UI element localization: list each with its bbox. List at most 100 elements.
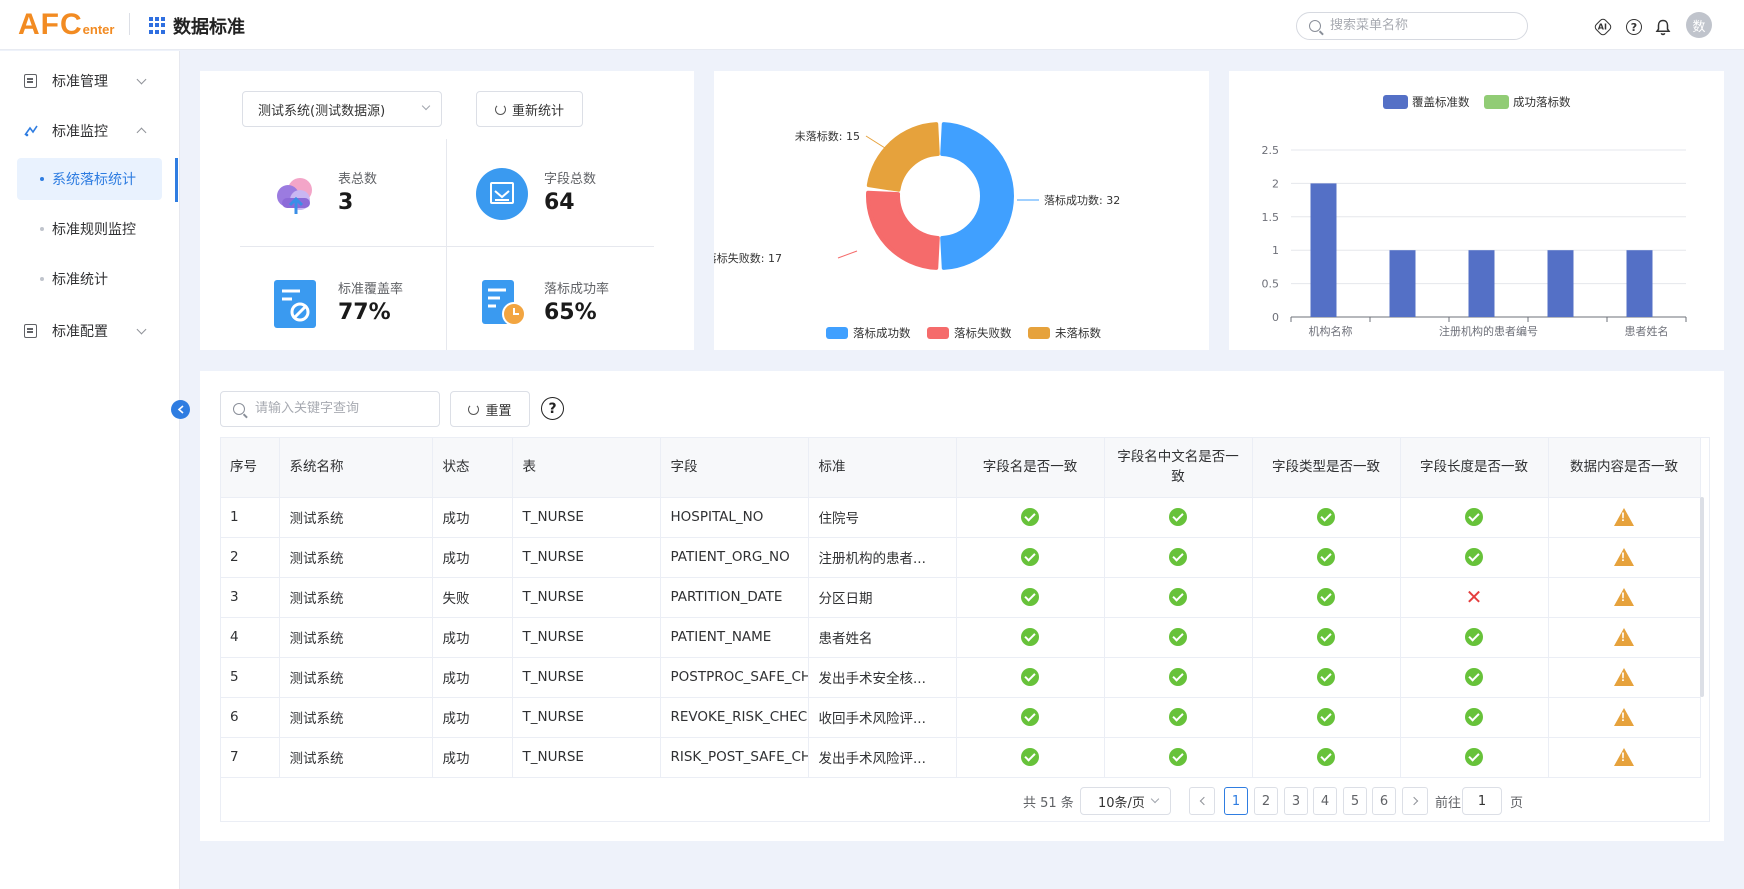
standard-link[interactable]: 发出手术风险评... bbox=[808, 737, 957, 778]
keyword-search-input[interactable] bbox=[255, 401, 430, 416]
prev-page-button[interactable] bbox=[1189, 787, 1215, 815]
sidebar-subitem-standard-stats[interactable]: 标准统计 bbox=[17, 258, 162, 300]
check-circle-icon bbox=[1465, 628, 1483, 646]
page-button-5[interactable]: 5 bbox=[1343, 787, 1367, 815]
legend-label[interactable]: 落标失败数 bbox=[954, 326, 1012, 340]
table-row[interactable]: 2 测试系统 成功 T_NURSE PATIENT_ORG_NO 注册机构的患者... bbox=[220, 537, 1701, 578]
column-header[interactable]: 表 bbox=[512, 437, 661, 498]
legend-label[interactable]: 未落标数 bbox=[1055, 326, 1101, 340]
recount-button[interactable]: 重新统计 bbox=[476, 91, 583, 127]
legend-swatch[interactable] bbox=[1028, 327, 1050, 339]
table-row[interactable]: 7 测试系统 成功 T_NURSE RISK_POST_SAFE_CH 发出手术风险评..… bbox=[220, 737, 1701, 778]
table-row[interactable]: 6 测试系统 成功 T_NURSE REVOKE_RISK_CHECK 收回手术风险评..… bbox=[220, 697, 1701, 738]
menu-search-input[interactable] bbox=[1330, 18, 1520, 33]
column-header[interactable]: 数据内容是否一致 bbox=[1548, 437, 1701, 498]
page-button-6[interactable]: 6 bbox=[1372, 787, 1396, 815]
stats-card: 测试系统(测试数据源) 重新统计 表总数 3 字段总数 64 标准覆盖率 77%… bbox=[200, 71, 694, 350]
column-header[interactable]: 标准 bbox=[808, 437, 957, 498]
standard-link[interactable]: 注册机构的患者... bbox=[808, 537, 957, 578]
bell-icon[interactable] bbox=[1654, 18, 1672, 36]
menu-search-box[interactable] bbox=[1296, 12, 1528, 40]
collapse-sidebar-button[interactable] bbox=[171, 400, 190, 419]
keyword-search-box[interactable] bbox=[220, 391, 440, 427]
bullet-icon bbox=[40, 227, 44, 231]
column-header[interactable]: 状态 bbox=[432, 437, 513, 498]
table-row[interactable]: 5 测试系统 成功 T_NURSE POSTPROC_SAFE_CHE 发出手术安全核..… bbox=[220, 657, 1701, 698]
check-circle-icon bbox=[1465, 668, 1483, 686]
help-icon[interactable]: ? bbox=[541, 397, 564, 420]
goto-page-input[interactable]: 1 bbox=[1462, 787, 1502, 815]
page-button-4[interactable]: 4 bbox=[1313, 787, 1337, 815]
column-header[interactable]: 字段名中文名是否一致 bbox=[1104, 437, 1253, 498]
donut-slice[interactable] bbox=[866, 122, 940, 192]
bullet-icon bbox=[40, 277, 44, 281]
check-cell bbox=[1400, 617, 1549, 658]
check-circle-icon bbox=[1317, 668, 1335, 686]
bar[interactable] bbox=[1310, 183, 1337, 317]
help-icon[interactable]: ? bbox=[1626, 19, 1642, 35]
page-button-3[interactable]: 3 bbox=[1284, 787, 1308, 815]
system-select[interactable]: 测试系统(测试数据源) bbox=[242, 91, 442, 127]
page-button-1[interactable]: 1 bbox=[1224, 787, 1248, 815]
field-name: POSTPROC_SAFE_CHE bbox=[660, 657, 809, 698]
bar[interactable] bbox=[1468, 250, 1495, 317]
sidebar-item-standard-management[interactable]: 标准管理 bbox=[0, 61, 180, 101]
next-page-button[interactable] bbox=[1402, 787, 1428, 815]
page-size-select[interactable]: 10条/页 bbox=[1080, 787, 1171, 815]
column-header[interactable]: 字段类型是否一致 bbox=[1252, 437, 1401, 498]
standard-link[interactable]: 分区日期 bbox=[808, 577, 957, 618]
page-button-2[interactable]: 2 bbox=[1254, 787, 1278, 815]
check-cell bbox=[1400, 537, 1549, 578]
table-row[interactable]: 1 测试系统 成功 T_NURSE HOSPITAL_NO 住院号 bbox=[220, 497, 1701, 538]
app-grid-icon[interactable] bbox=[149, 17, 166, 34]
standard-link[interactable]: 发出手术安全核... bbox=[808, 657, 957, 698]
sidebar-subitem-rule-monitor[interactable]: 标准规则监控 bbox=[17, 208, 162, 250]
standard-link[interactable]: 收回手术风险评... bbox=[808, 697, 957, 738]
legend-label[interactable]: 覆盖标准数 bbox=[1412, 95, 1470, 109]
bar[interactable] bbox=[1389, 250, 1416, 317]
legend-swatch[interactable] bbox=[826, 327, 848, 339]
check-circle-icon bbox=[1317, 508, 1335, 526]
ai-assistant-icon[interactable]: AI bbox=[1593, 17, 1613, 37]
sidebar-item-standard-config[interactable]: 标准配置 bbox=[0, 311, 180, 351]
table-scrollbar[interactable] bbox=[1700, 497, 1704, 697]
label-leader-line bbox=[865, 135, 886, 149]
reset-button[interactable]: 重置 bbox=[450, 391, 530, 427]
check-circle-icon bbox=[1169, 628, 1187, 646]
check-circle-icon bbox=[1021, 628, 1039, 646]
donut-slice[interactable] bbox=[940, 122, 1014, 270]
table-row[interactable]: 3 测试系统 失败 T_NURSE PARTITION_DATE 分区日期 ✕ bbox=[220, 577, 1701, 618]
column-header[interactable]: 字段长度是否一致 bbox=[1400, 437, 1549, 498]
legend-swatch[interactable] bbox=[1484, 95, 1509, 109]
column-header[interactable]: 字段 bbox=[660, 437, 809, 498]
sidebar-subitem-system-stats[interactable]: 系统落标统计 bbox=[17, 158, 162, 200]
status-text: 失败 bbox=[432, 577, 513, 618]
legend-label[interactable]: 落标成功数 bbox=[853, 326, 911, 340]
check-cell bbox=[1104, 577, 1253, 618]
column-header[interactable]: 序号 bbox=[220, 437, 280, 498]
sidebar-item-standard-monitor[interactable]: 标准监控 bbox=[0, 111, 180, 151]
column-header[interactable]: 系统名称 bbox=[279, 437, 433, 498]
row-index: 5 bbox=[220, 657, 280, 698]
standard-link[interactable]: 患者姓名 bbox=[808, 617, 957, 658]
stat-value: 65% bbox=[544, 300, 597, 325]
bar[interactable] bbox=[1547, 250, 1574, 317]
y-tick-label: 0.5 bbox=[1262, 278, 1280, 291]
donut-slice[interactable] bbox=[866, 190, 940, 270]
stat-label: 表总数 bbox=[338, 172, 378, 187]
column-header[interactable]: 字段名是否一致 bbox=[956, 437, 1105, 498]
table-row[interactable]: 4 测试系统 成功 T_NURSE PATIENT_NAME 患者姓名 bbox=[220, 617, 1701, 658]
legend-label[interactable]: 成功落标数 bbox=[1513, 95, 1571, 109]
check-cell: ✕ bbox=[1400, 577, 1549, 618]
check-cell bbox=[1548, 497, 1701, 538]
avatar[interactable]: 数 bbox=[1686, 12, 1712, 38]
chevron-up-icon bbox=[136, 127, 147, 138]
standard-link[interactable]: 住院号 bbox=[808, 497, 957, 538]
legend-swatch[interactable] bbox=[1383, 95, 1408, 109]
check-cell bbox=[956, 617, 1105, 658]
field-name: RISK_POST_SAFE_CH bbox=[660, 737, 809, 778]
page-suffix: 页 bbox=[1510, 795, 1524, 811]
check-circle-icon bbox=[1317, 708, 1335, 726]
legend-swatch[interactable] bbox=[927, 327, 949, 339]
bar[interactable] bbox=[1626, 250, 1653, 317]
